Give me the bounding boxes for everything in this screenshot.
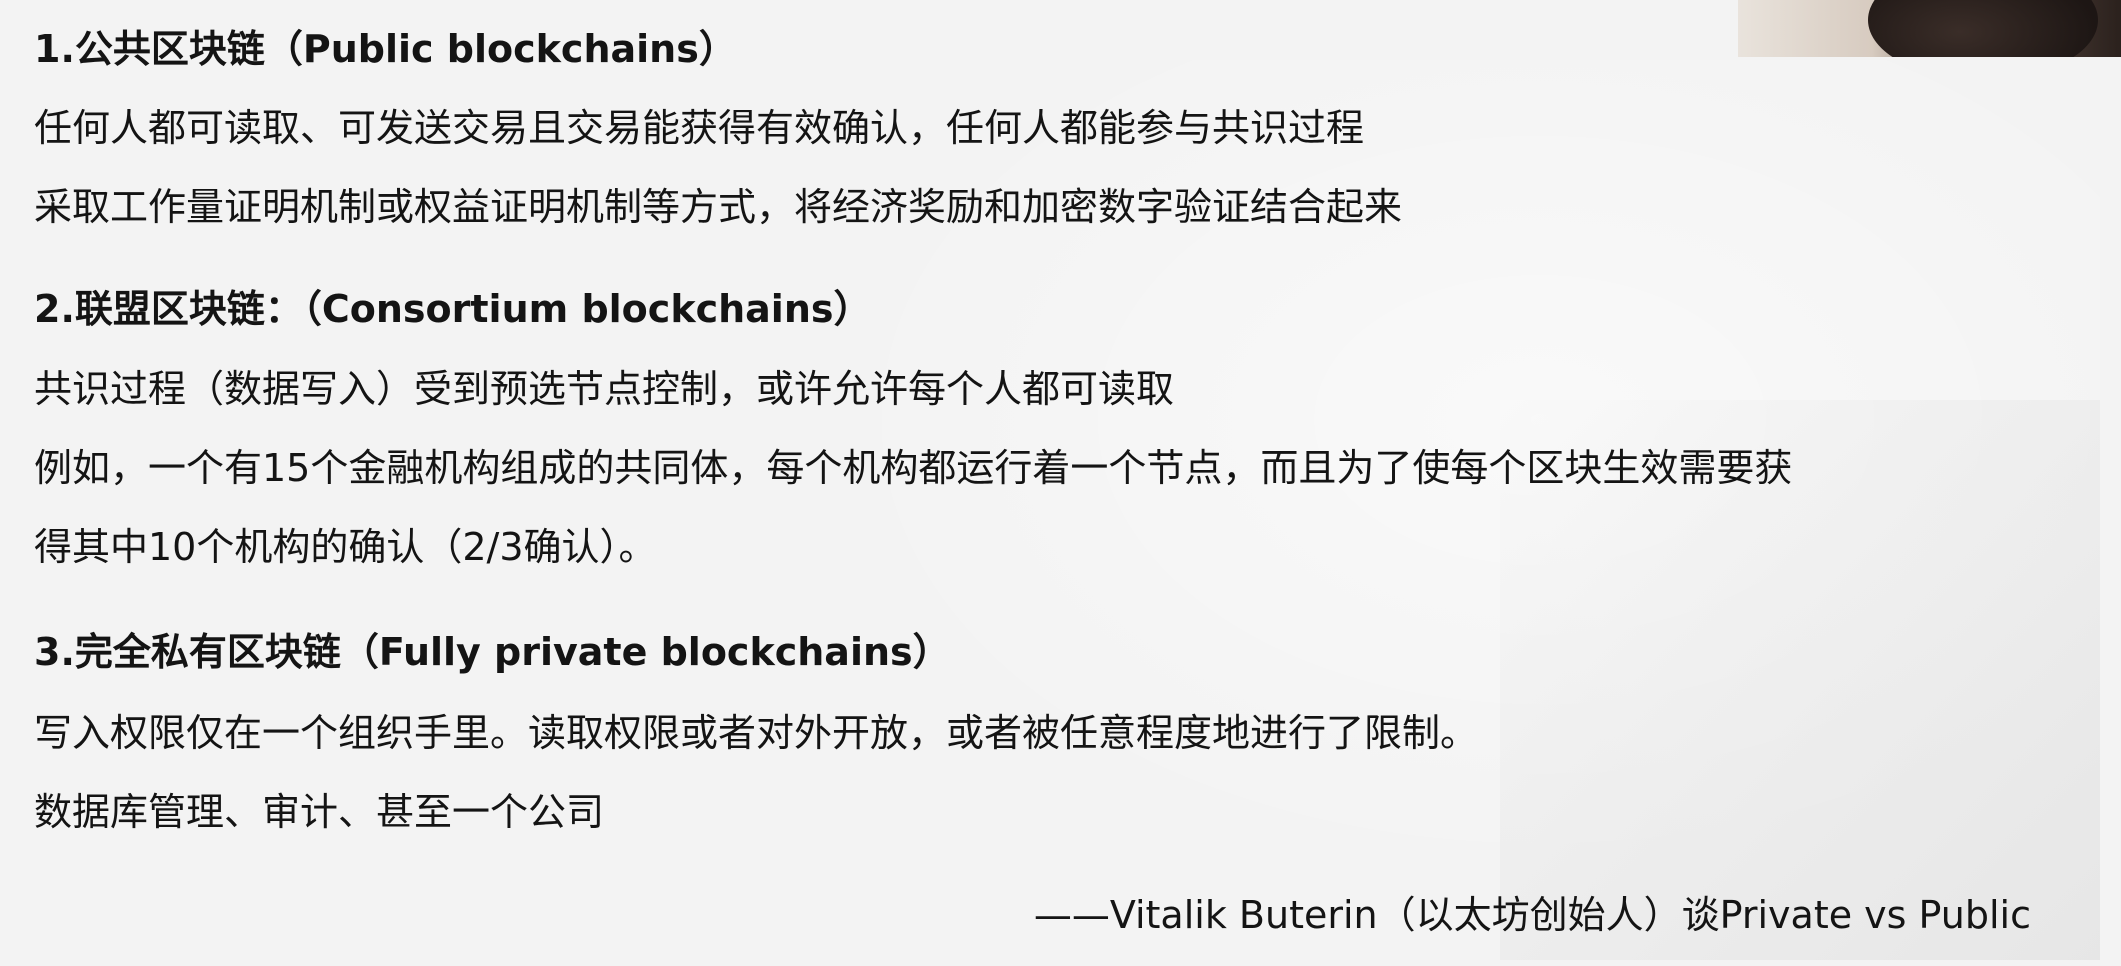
presenter-silhouette [1868, 0, 2098, 57]
public-line-2: 采取工作量证明机制或权益证明机制等方式，将经济奖励和加密数字验证结合起来 [34, 185, 1403, 229]
section-title-public: 1.公共区块链（Public blockchains） [34, 27, 737, 71]
section-title-private: 3.完全私有区块链（Fully private blockchains） [34, 630, 951, 674]
attribution-quote: ——Vitalik Buterin（以太坊创始人）谈Private vs Pub… [1033, 893, 2031, 937]
section-title-consortium: 2.联盟区块链：（Consortium blockchains） [34, 287, 872, 331]
consortium-line-3: 得其中10个机构的确认（2/3确认）。 [34, 525, 657, 569]
private-line-1: 写入权限仅在一个组织手里。读取权限或者对外开放，或者被任意程度地进行了限制。 [34, 711, 1479, 755]
consortium-line-1: 共识过程（数据写入）受到预选节点控制，或许允许每个人都可读取 [34, 367, 1175, 411]
presenter-webcam-overlay [1738, 0, 2121, 57]
private-line-2: 数据库管理、审计、甚至一个公司 [34, 790, 605, 834]
consortium-line-2: 例如，一个有15个金融机构组成的共同体，每个机构都运行着一个节点，而且为了使每个… [34, 446, 1793, 490]
public-line-1: 任何人都可读取、可发送交易且交易能获得有效确认，任何人都能参与共识过程 [34, 106, 1365, 150]
